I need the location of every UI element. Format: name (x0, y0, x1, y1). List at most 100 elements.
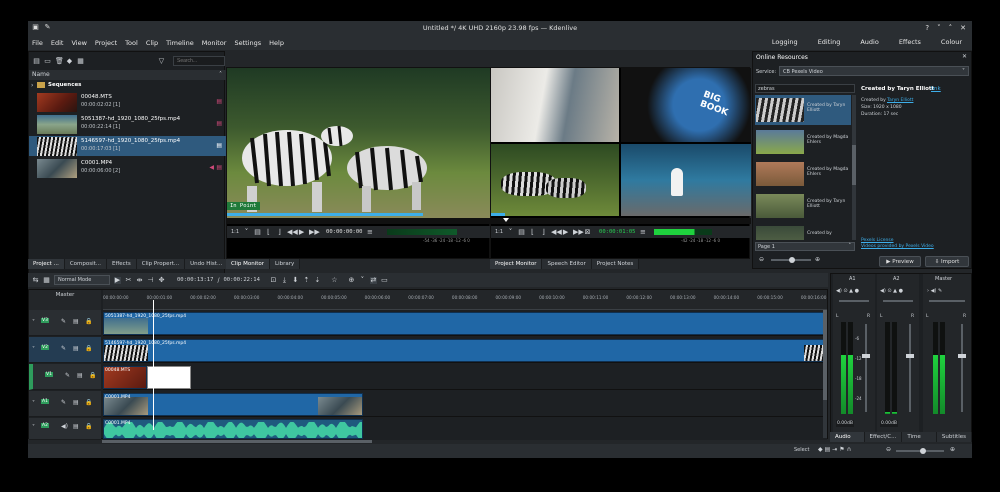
settings-icon[interactable]: ▤ (254, 228, 261, 236)
favorite-icon[interactable]: ☆ (331, 276, 338, 284)
slip-icon[interactable]: ✥ (158, 276, 165, 284)
insert-icon[interactable]: ⤓ (281, 276, 288, 284)
ripple-icon[interactable]: ⊣ (147, 276, 154, 284)
settings-icon[interactable]: ▤ (518, 228, 525, 236)
pan-slider[interactable] (929, 300, 965, 302)
layout-effects[interactable]: Effects (889, 35, 931, 50)
zoom-in-icon[interactable]: ⊕ (815, 256, 820, 263)
timeline-clip[interactable]: 00048.MTS (103, 366, 147, 389)
layout-colour[interactable]: Colour (931, 35, 972, 50)
pan-slider[interactable] (883, 300, 913, 302)
lock-icon[interactable]: 🔒 (89, 372, 96, 379)
timeline-vscroll[interactable] (823, 310, 827, 438)
timeline-clip[interactable]: C0001.MP4 (103, 393, 363, 416)
track-tag[interactable]: A1 (41, 399, 49, 404)
expand-icon[interactable]: › (31, 82, 33, 89)
lock-icon[interactable]: 🔒 (85, 423, 92, 430)
timeline-zoom-slider[interactable] (896, 448, 944, 454)
tab-compositions[interactable]: Composit... (64, 259, 108, 269)
hide-icon[interactable]: ▤ (73, 423, 79, 430)
channel-controls[interactable]: ◀) ⊙ ▲ ● (880, 288, 903, 294)
maximize-icon[interactable]: ˄ (949, 21, 953, 35)
set-out-icon[interactable]: ⌋ (540, 228, 547, 236)
play-icon[interactable]: ▶ (562, 228, 569, 236)
spacer-icon[interactable]: ⇹ (136, 276, 143, 284)
track-tag[interactable]: A2 (41, 423, 49, 428)
volume-fader[interactable] (958, 324, 966, 412)
zoom-select[interactable]: 1:1 (495, 229, 503, 235)
volume-fader[interactable] (862, 324, 870, 412)
forward-icon[interactable]: ▶▶ (309, 228, 320, 236)
menu-timeline[interactable]: Timeline (166, 39, 194, 47)
hide-icon[interactable]: ▤ (73, 318, 79, 325)
tab-project-bin[interactable]: Project ... (28, 259, 65, 269)
menu-help[interactable]: Help (269, 39, 284, 47)
list-item[interactable]: Created by (755, 223, 851, 240)
snap-icon[interactable]: ⇆ (32, 276, 39, 284)
lock-icon[interactable]: 🔒 (85, 345, 92, 352)
tab-effects[interactable]: Effects (107, 259, 137, 269)
timecode-menu-icon[interactable]: ≡ (366, 228, 373, 236)
tab-audio-mixer[interactable]: Audio M... (830, 432, 865, 450)
rewind-icon[interactable]: ◀◀ (287, 228, 298, 236)
track-tag[interactable]: V1 (45, 372, 53, 377)
list-item[interactable]: Created by Taryn Elliott (755, 95, 851, 125)
help-icon[interactable]: ? (925, 21, 929, 35)
rewind-icon[interactable]: ◀◀ (551, 228, 562, 236)
overwrite-icon[interactable]: ⬇ (292, 276, 299, 284)
list-item[interactable]: C0001.MP4 00:00:06:00 [2] ◀ ▤ (29, 158, 226, 178)
collapse-icon[interactable]: ˅ (32, 400, 35, 407)
preview-button[interactable]: ▶ Preview (879, 256, 921, 267)
chevron-down-icon[interactable]: ˅ (243, 228, 250, 236)
pan-slider[interactable] (839, 300, 869, 302)
minimize-icon[interactable]: ˅ (937, 21, 941, 35)
volume-fader[interactable] (906, 324, 914, 412)
menu-view[interactable]: View (71, 39, 86, 47)
menu-file[interactable]: File (32, 39, 43, 47)
project-timecode[interactable]: 00:00:01:05 (599, 229, 635, 235)
channel-controls[interactable]: › ◀) ✎ (927, 288, 942, 294)
folder-sequences[interactable]: › Sequences (29, 81, 226, 91)
project-monitor-video[interactable]: BIG BOOK (491, 68, 751, 216)
list-item[interactable]: 5146597-hd_1920_1080_25fps.mp4 00:00:17:… (29, 136, 226, 156)
tab-library[interactable]: Library (270, 259, 301, 269)
forward-icon[interactable]: ▶▶ (573, 228, 584, 236)
status-tools[interactable]: ◆▤⇥⚑∩ (818, 446, 853, 453)
mute-icon[interactable]: ◀) (61, 423, 68, 430)
menu-icon[interactable]: ▤ (33, 57, 40, 65)
license-link[interactable]: Pexels License (861, 238, 894, 243)
collapse-icon[interactable]: ˅ (32, 319, 35, 326)
loop-icon[interactable]: ⊠ (584, 228, 591, 236)
menu-tool[interactable]: Tool (125, 39, 138, 47)
tab-project-monitor[interactable]: Project Monitor (490, 259, 543, 269)
track-head-a2[interactable]: ˅ A2 ◀) ▤ 🔒 (29, 418, 101, 440)
timeline-clip[interactable]: 5051387-hd_1920_1080_25fps.mp4 (103, 312, 827, 335)
track-tag[interactable]: V3 (41, 318, 49, 323)
track-head-v1[interactable]: V1 ✎ ▤ 🔒 (29, 364, 101, 390)
search-input[interactable] (173, 56, 225, 66)
timeline-hscroll[interactable] (102, 440, 372, 443)
volume-value[interactable]: 0.00dB (880, 420, 898, 427)
delete-icon[interactable]: 🗑 (55, 57, 64, 65)
menu-project[interactable]: Project (95, 39, 117, 47)
composite-icon[interactable]: ▦ (43, 276, 50, 284)
edit-icon[interactable]: ✎ (61, 399, 66, 406)
mode-select[interactable]: Normal Mode (54, 275, 110, 285)
zoom-out-icon[interactable]: ⊖ (759, 256, 764, 263)
results-scrollbar[interactable] (852, 95, 856, 240)
volume-value[interactable]: 0.00dB (836, 420, 854, 427)
zoom-select[interactable]: 1:1 (231, 229, 239, 235)
bin-header[interactable]: Name ˄ (29, 70, 226, 80)
tab-speech-editor[interactable]: Speech Editor (542, 259, 592, 269)
tab-effect-composition[interactable]: Effect/C... (864, 432, 903, 442)
collapse-icon[interactable]: ˅ (32, 346, 35, 353)
lock-icon[interactable]: 🔒 (85, 318, 92, 325)
razor-icon[interactable]: ✂ (125, 276, 132, 284)
track-head-v3[interactable]: ˅ V3 ✎ ▤ 🔒 (29, 310, 101, 336)
master-header[interactable]: Master (29, 290, 101, 310)
service-select[interactable]: CB Pexels Video ˅ (779, 66, 969, 76)
collapse-icon[interactable]: ˄ (219, 70, 222, 80)
timecode-menu-icon[interactable]: ≡ (639, 228, 646, 236)
layout-logging[interactable]: Logging (762, 35, 808, 50)
menu-clip[interactable]: Clip (146, 39, 158, 47)
